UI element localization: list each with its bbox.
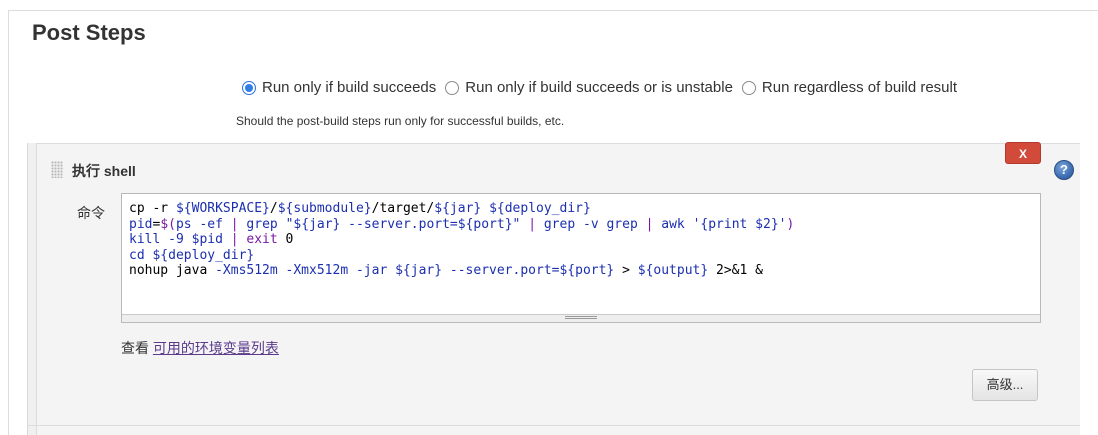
advanced-button[interactable]: 高级... xyxy=(972,369,1038,401)
env-prefix: 查看 xyxy=(121,340,149,356)
step-title: 执行 shell xyxy=(72,163,136,179)
drag-handle-icon[interactable] xyxy=(51,161,63,178)
radio-option-regardless[interactable]: Run regardless of build result xyxy=(741,79,958,96)
radio-option-unstable[interactable]: Run only if build succeeds or is unstabl… xyxy=(445,79,733,96)
env-vars-row: 查看 可用的环境变量列表 xyxy=(121,338,279,358)
radio-label-succeeds: Run only if build succeeds xyxy=(262,79,437,96)
step-bottom-border xyxy=(27,425,1080,426)
radio-option-succeeds[interactable]: Run only if build succeeds xyxy=(242,79,436,96)
help-icon[interactable]: ? xyxy=(1054,160,1074,180)
post-steps-page: Post Steps Run only if build succeeds Ru… xyxy=(0,0,1098,435)
radio-button-regardless[interactable] xyxy=(741,80,756,95)
delete-step-button[interactable]: X xyxy=(1005,142,1041,164)
section-left-border xyxy=(8,10,9,435)
resize-grip[interactable] xyxy=(122,314,1040,322)
command-textarea[interactable]: cp -r ${WORKSPACE}/${submodule}/target/$… xyxy=(121,193,1041,323)
run-condition-group: Run only if build succeeds Run only if b… xyxy=(242,79,966,96)
command-code: cp -r ${WORKSPACE}/${submodule}/target/$… xyxy=(129,201,795,278)
radio-button-succeeds[interactable] xyxy=(242,80,256,95)
radio-button-unstable[interactable] xyxy=(445,80,460,95)
section-divider xyxy=(8,10,1098,11)
command-label: 命令 xyxy=(77,205,105,221)
section-title: Post Steps xyxy=(32,20,146,45)
close-icon: X xyxy=(1018,147,1027,161)
resize-grip-icon xyxy=(565,316,597,319)
radio-label-regardless: Run regardless of build result xyxy=(761,79,958,96)
run-condition-help-text: Should the post-build steps run only for… xyxy=(236,114,565,128)
env-vars-link[interactable]: 可用的环境变量列表 xyxy=(153,340,279,356)
radio-label-unstable: Run only if build succeeds or is unstabl… xyxy=(465,79,733,96)
